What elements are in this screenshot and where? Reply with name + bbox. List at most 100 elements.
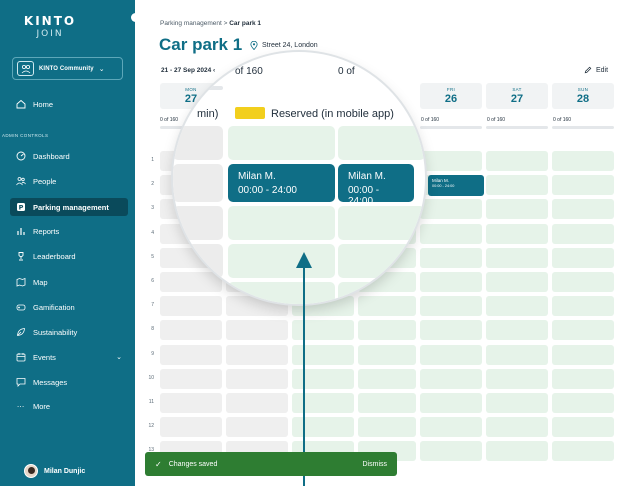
grid-cell[interactable] (486, 441, 548, 462)
grid-cell[interactable] (173, 126, 223, 160)
grid-cell[interactable] (226, 393, 288, 413)
grid-cell[interactable] (552, 417, 614, 438)
grid-cell[interactable] (552, 393, 614, 413)
grid-cell[interactable] (173, 206, 223, 240)
grid-cell[interactable] (292, 393, 354, 413)
grid-cell[interactable] (552, 175, 614, 196)
sidebar-item-parking-management[interactable]: P Parking management (10, 198, 128, 216)
grid-cell[interactable] (160, 344, 222, 365)
grid-cell[interactable] (160, 393, 222, 413)
sidebar-item-leaderboard[interactable]: Leaderboard (10, 247, 128, 265)
grid-cell[interactable] (486, 151, 548, 171)
grid-cell[interactable] (160, 368, 222, 389)
grid-cell[interactable] (338, 206, 425, 240)
grid-cell[interactable] (552, 247, 614, 268)
grid-cell[interactable] (420, 344, 482, 365)
grid-cell[interactable] (420, 320, 482, 341)
grid-cell[interactable] (552, 151, 614, 171)
grid-cell[interactable] (552, 441, 614, 462)
grid-cell[interactable] (358, 368, 416, 389)
grid-cell[interactable] (486, 223, 548, 244)
grid-cell[interactable] (338, 244, 425, 278)
grid-cell[interactable] (420, 247, 482, 268)
grid-cell[interactable] (486, 199, 548, 220)
sidebar-item-gamification[interactable]: Gamification (10, 298, 128, 316)
grid-cell[interactable] (552, 272, 614, 292)
grid-cell[interactable] (420, 296, 482, 317)
sidebar-collapse-handle[interactable] (131, 13, 140, 22)
grid-cell[interactable] (420, 368, 482, 389)
week-range-picker[interactable]: 21 - 27 Sep 2024 ‹ (161, 67, 215, 74)
day-header-sun[interactable]: SUN 28 (552, 83, 614, 109)
sidebar-item-people[interactable]: People (10, 172, 128, 190)
grid-cell[interactable] (338, 126, 425, 160)
grid-cell[interactable] (486, 417, 548, 438)
reserved-legend-label: Reserved (in mobile app) (271, 108, 394, 120)
grid-cell[interactable] (552, 223, 614, 244)
grid-cell[interactable] (226, 320, 288, 341)
grid-cell[interactable] (420, 272, 482, 292)
grid-cell[interactable] (486, 393, 548, 413)
sidebar-item-home[interactable]: Home (10, 95, 128, 113)
grid-cell[interactable] (358, 320, 416, 341)
grid-cell[interactable] (420, 417, 482, 438)
grid-cell[interactable] (228, 282, 335, 304)
grid-cell[interactable] (173, 164, 223, 202)
grid-cell[interactable] (420, 223, 482, 244)
grid-cell[interactable] (486, 296, 548, 317)
grid-cell[interactable] (160, 320, 222, 341)
sidebar-item-reports[interactable]: Reports (10, 222, 128, 240)
sidebar-item-more[interactable]: ⋯ More (10, 397, 128, 415)
grid-cell[interactable] (552, 368, 614, 389)
day-header-sat[interactable]: SAT 27 (486, 83, 548, 109)
grid-cell[interactable] (486, 247, 548, 268)
grid-cell[interactable] (486, 368, 548, 389)
grid-cell[interactable] (226, 417, 288, 438)
sidebar-item-dashboard[interactable]: Dashboard (10, 147, 128, 165)
grid-cell[interactable] (228, 206, 335, 240)
grid-cell[interactable] (226, 344, 288, 365)
grid-cell[interactable] (552, 296, 614, 317)
grid-cell[interactable] (486, 175, 548, 196)
grid-cell[interactable] (173, 282, 223, 304)
grid-cell[interactable] (552, 320, 614, 341)
grid-cell[interactable] (486, 344, 548, 365)
chevron-left-icon[interactable]: ‹ (213, 67, 215, 74)
grid-cell[interactable] (486, 272, 548, 292)
day-header-fri[interactable]: FRI 26 (420, 83, 482, 109)
grid-cell[interactable] (292, 368, 354, 389)
booking-block[interactable]: Milan M. 00:00 - 24:00 (338, 164, 414, 207)
user-profile[interactable]: Milan Dunjic (24, 464, 85, 478)
grid-cell[interactable] (420, 441, 482, 462)
booking-block[interactable]: Milan M. 00:00 - 24:00 (228, 164, 335, 202)
breadcrumb-parent[interactable]: Parking management (160, 20, 222, 27)
sidebar-item-sustainability[interactable]: Sustainability (10, 323, 128, 341)
grid-cell[interactable] (226, 368, 288, 389)
sidebar-item-messages[interactable]: Messages (10, 373, 128, 391)
edit-button[interactable]: Edit (584, 66, 608, 74)
grid-cell[interactable] (486, 320, 548, 341)
dismiss-button[interactable]: Dismiss (363, 461, 388, 468)
grid-cell[interactable] (358, 393, 416, 413)
grid-cell[interactable] (338, 282, 425, 304)
grid-cell[interactable] (292, 344, 354, 365)
booking-block[interactable]: Milan M. 00:00 - 24:00 (428, 175, 484, 196)
grid-cell[interactable] (420, 393, 482, 413)
sidebar-item-events[interactable]: Events ⌄ (10, 348, 128, 366)
grid-cell[interactable] (228, 126, 335, 160)
grid-cell[interactable] (420, 199, 482, 220)
grid-cell[interactable] (292, 320, 354, 341)
grid-cell[interactable] (552, 344, 614, 365)
grid-cell[interactable] (292, 417, 354, 438)
grid-cell[interactable] (358, 417, 416, 438)
community-selector[interactable]: KINTO Community ⌄ (12, 57, 123, 80)
grid-cell[interactable] (228, 244, 335, 278)
grid-cell[interactable] (160, 417, 222, 438)
grid-cell[interactable] (420, 151, 482, 171)
grid-cell[interactable] (358, 344, 416, 365)
grid-cell[interactable] (552, 199, 614, 220)
kinto-join-logo[interactable]: KINTO JOIN (20, 14, 80, 39)
sidebar-item-map[interactable]: Map (10, 273, 128, 291)
booking-name: Milan M. (348, 171, 386, 182)
grid-cell[interactable] (173, 244, 223, 278)
